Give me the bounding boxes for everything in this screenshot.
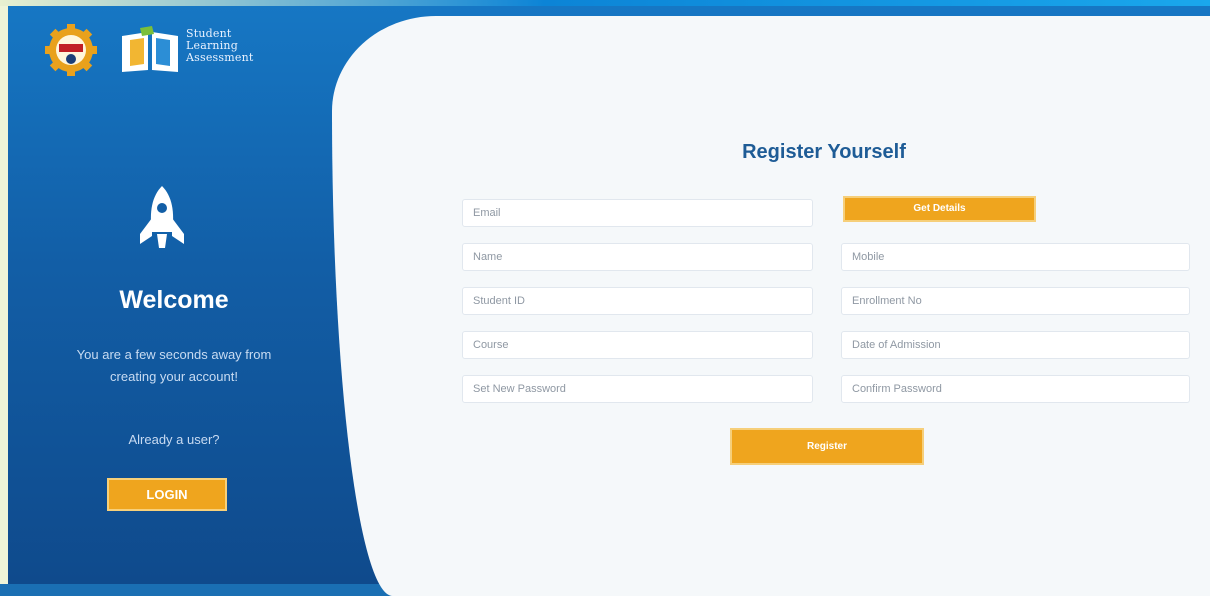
email-input[interactable] bbox=[462, 199, 813, 227]
form-title: Register Yourself bbox=[742, 141, 906, 163]
course-input[interactable] bbox=[462, 331, 813, 359]
mobile-input[interactable] bbox=[841, 243, 1190, 271]
register-button[interactable]: Register bbox=[730, 428, 924, 465]
welcome-heading: Welcome bbox=[119, 286, 229, 314]
new-password-input[interactable] bbox=[462, 375, 813, 403]
enrollment-no-input[interactable] bbox=[841, 287, 1190, 315]
book-logo-icon bbox=[122, 26, 178, 72]
confirm-password-input[interactable] bbox=[841, 375, 1190, 403]
date-of-admission-input[interactable] bbox=[841, 331, 1190, 359]
get-details-button[interactable]: Get Details bbox=[843, 196, 1036, 222]
gear-logo-icon bbox=[45, 24, 97, 76]
already-user-text: Already a user? bbox=[128, 432, 220, 447]
student-id-input[interactable] bbox=[462, 287, 813, 315]
welcome-subtitle-line: You are a few seconds away from bbox=[76, 347, 272, 362]
window-edge-left bbox=[0, 0, 8, 584]
login-button[interactable]: LOGIN bbox=[107, 478, 227, 511]
welcome-subtitle: You are a few seconds away from creating… bbox=[44, 344, 304, 388]
name-input[interactable] bbox=[462, 243, 813, 271]
logo-text-line: Assessment bbox=[186, 51, 254, 64]
logo-text: Student Learning Assessment bbox=[186, 28, 253, 64]
rocket-icon bbox=[140, 186, 184, 248]
welcome-subtitle-line: creating your account! bbox=[110, 369, 238, 384]
